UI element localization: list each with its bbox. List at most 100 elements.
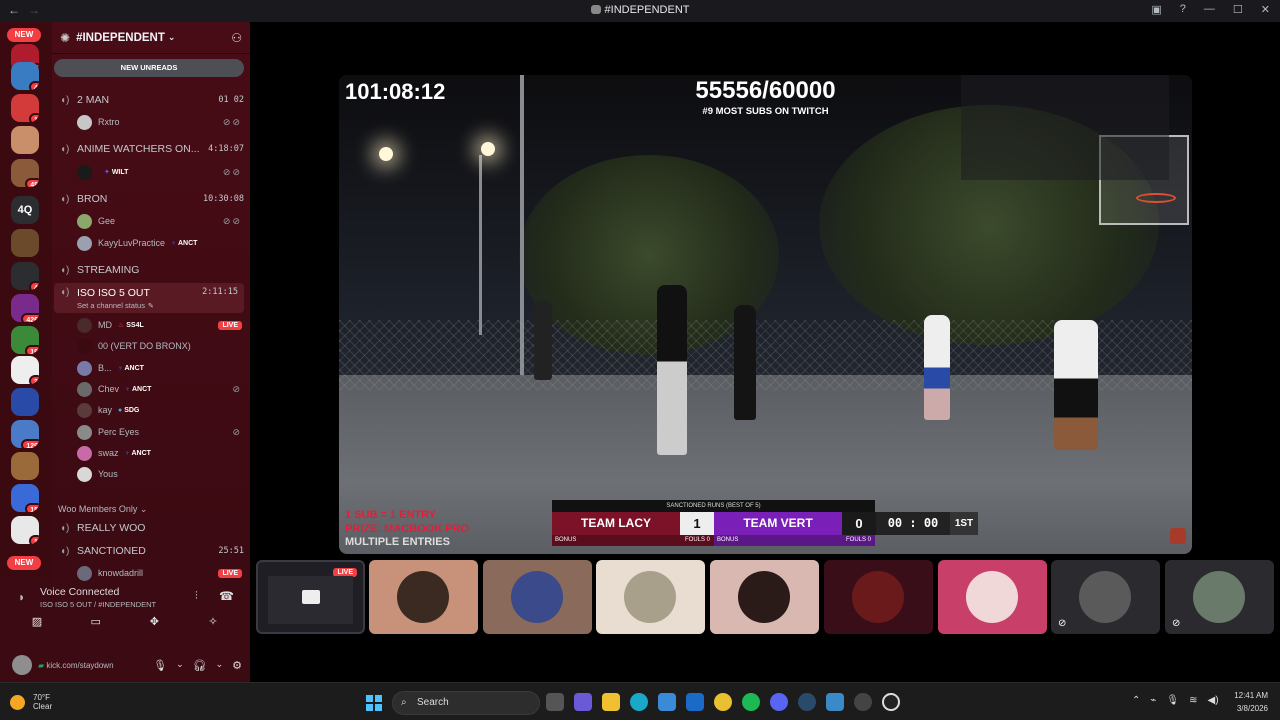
microphone-icon[interactable]: 🎙︎ [153, 659, 167, 672]
category-header[interactable]: Woo Members Only ⌄ [58, 504, 147, 515]
windows-start-icon[interactable] [366, 695, 382, 711]
voice-location[interactable]: ISO ISO 5 OUT / #INDEPENDENT [40, 600, 156, 609]
new-badge[interactable]: NEW [7, 28, 41, 42]
voice-channel[interactable]: ◖) ANIME WATCHERS ON... 4:18:07 [60, 140, 244, 158]
server-icon[interactable] [11, 388, 39, 416]
avatar [77, 338, 92, 354]
disconnect-icon[interactable]: ☎ [219, 589, 234, 603]
avatar[interactable] [12, 655, 32, 675]
screen-share-icon[interactable]: ▭ [71, 615, 121, 635]
voice-channel[interactable]: ◖) BRON 10:30:08 [60, 190, 244, 208]
clock[interactable]: 12:41 AM 3/8/2026 [1234, 689, 1268, 715]
server-icon[interactable]: 129 [11, 420, 39, 448]
soundboard-icon[interactable]: ✧ [188, 615, 238, 635]
file-explorer-icon[interactable] [602, 693, 620, 711]
wifi-icon[interactable]: ≋ [1189, 695, 1197, 706]
server-icon[interactable]: 48 [11, 159, 39, 187]
inbox-icon[interactable]: ▣ [1151, 3, 1161, 16]
voice-user[interactable]: Perc Eyes ⊘ [77, 422, 242, 442]
server-icon[interactable]: 15 [11, 484, 39, 512]
chevron-down-icon[interactable]: ⌄ [216, 659, 224, 672]
voice-channel[interactable]: ◖) SANCTIONED 25:51 [60, 542, 244, 560]
participant-tile[interactable]: ⊘ [1165, 560, 1274, 634]
network-icon[interactable]: ⌁ [1150, 695, 1156, 706]
channel-timer: 4:18:07 [208, 144, 244, 154]
maximize-button[interactable]: ☐ [1233, 3, 1243, 16]
new-unreads-bar[interactable]: NEW UNREADS [54, 59, 244, 77]
voice-channel-selected[interactable]: ◖) ISO ISO 5 OUT Set a channel status ✎ 2:… [54, 283, 244, 313]
weather-widget[interactable]: 70°F Clear [10, 693, 52, 711]
participant-tile[interactable] [369, 560, 478, 634]
edge-icon[interactable] [630, 693, 648, 711]
invite-icon[interactable]: ⚇ [231, 31, 242, 45]
chevron-up-icon[interactable]: ⌃ [1132, 695, 1140, 706]
minimize-button[interactable]: — [1204, 3, 1215, 16]
voice-user[interactable]: ✦ WILT ⊘⊘ [77, 162, 242, 182]
team-a-fouls: FOULS 0 [684, 537, 710, 543]
taskbar-search[interactable]: ⌕ Search [392, 691, 540, 715]
chevron-down-icon[interactable]: ⌄ [176, 659, 184, 672]
voice-channel[interactable]: ◖) 2 MAN 01 02 [60, 91, 244, 109]
voice-status[interactable]: Voice Connected [40, 586, 119, 598]
speaker-icon: ◖) [60, 264, 70, 276]
volume-icon[interactable]: ◀) [1208, 695, 1219, 706]
server-icon[interactable]: 19 [11, 326, 39, 354]
copilot-icon[interactable] [574, 693, 592, 711]
voice-channel[interactable]: ◖) REALLY WOO [60, 519, 244, 537]
participant-tile[interactable]: ⊘ [1051, 560, 1160, 634]
voice-channel[interactable]: ◖) STREAMING [60, 261, 244, 279]
help-icon[interactable]: ? [1180, 3, 1186, 16]
spotify-icon[interactable] [742, 693, 760, 711]
camera-off-icon[interactable]: ▨ [12, 615, 62, 635]
participant-tile[interactable] [483, 560, 592, 634]
server-icon[interactable]: 1 [11, 516, 39, 544]
signal-icon[interactable]: ◗ [18, 590, 25, 604]
voice-user[interactable]: Yous [77, 464, 242, 484]
server-header[interactable]: ✺ #INDEPENDENT ⌄ ⚇ [52, 22, 250, 54]
voice-user[interactable]: Chev ♆ ANCT ⊘ [77, 379, 242, 399]
photos-icon[interactable] [826, 693, 844, 711]
participant-tile[interactable] [824, 560, 933, 634]
server-icon[interactable] [11, 452, 39, 480]
voice-user[interactable]: knowdadrill LIVE [77, 563, 242, 582]
user-status[interactable]: ▰ kick.com/staydown [38, 661, 114, 670]
steam-icon[interactable] [798, 693, 816, 711]
server-icon[interactable] [11, 126, 39, 154]
app-icon[interactable] [882, 693, 900, 711]
server-icon[interactable]: 1 [11, 94, 39, 122]
server-icon[interactable]: 4 [11, 262, 39, 290]
server-icon-text[interactable]: 4Q [11, 196, 39, 224]
voice-user[interactable]: Rxtro ⊘⊘ [77, 112, 242, 132]
noise-suppression-icon[interactable]: ⫶ [195, 590, 198, 603]
store-icon[interactable] [658, 693, 676, 711]
voice-user[interactable]: MD ♨ SS4L LIVE [77, 315, 242, 335]
headphones-icon[interactable]: 🎧︎ [193, 659, 207, 672]
pencil-icon[interactable]: ✎ [148, 303, 154, 310]
participant-tile[interactable] [710, 560, 819, 634]
voice-user[interactable]: B... ♆ ANCT [77, 358, 242, 378]
server-icon[interactable] [11, 229, 39, 257]
obs-icon[interactable] [854, 693, 872, 711]
channel-status[interactable]: Set a channel status [77, 301, 145, 310]
participant-tile[interactable] [938, 560, 1047, 634]
chrome-icon[interactable] [714, 693, 732, 711]
microphone-icon[interactable]: 🎙︎ [1166, 695, 1179, 706]
voice-user[interactable]: KayyLuvPractice ♆ ANCT [77, 233, 242, 253]
voice-user[interactable]: kay ● SDG [77, 400, 242, 420]
activities-icon[interactable]: ✥ [129, 615, 179, 635]
discord-icon[interactable] [770, 693, 788, 711]
new-badge[interactable]: NEW [7, 556, 41, 570]
settings-gear-icon[interactable]: ⚙ [232, 659, 242, 672]
stream-thumbnail[interactable]: LIVE [256, 560, 365, 634]
server-icon[interactable]: 3 [11, 356, 39, 384]
close-button[interactable]: ✕ [1261, 3, 1270, 16]
server-icon[interactable]: 426 [11, 294, 39, 322]
outlook-icon[interactable] [686, 693, 704, 711]
voice-user[interactable]: 00 (VERT DO BRONX) [77, 336, 242, 356]
stream-video[interactable]: 101:08:12 55556/60000 #9 MOST SUBS ON TW… [339, 75, 1192, 554]
voice-user[interactable]: swaz ♆ ANCT [77, 443, 242, 463]
server-icon[interactable]: 4 [11, 62, 39, 90]
task-view-icon[interactable] [546, 693, 564, 711]
voice-user[interactable]: Gee ⊘⊘ [77, 211, 242, 231]
participant-tile[interactable] [596, 560, 705, 634]
